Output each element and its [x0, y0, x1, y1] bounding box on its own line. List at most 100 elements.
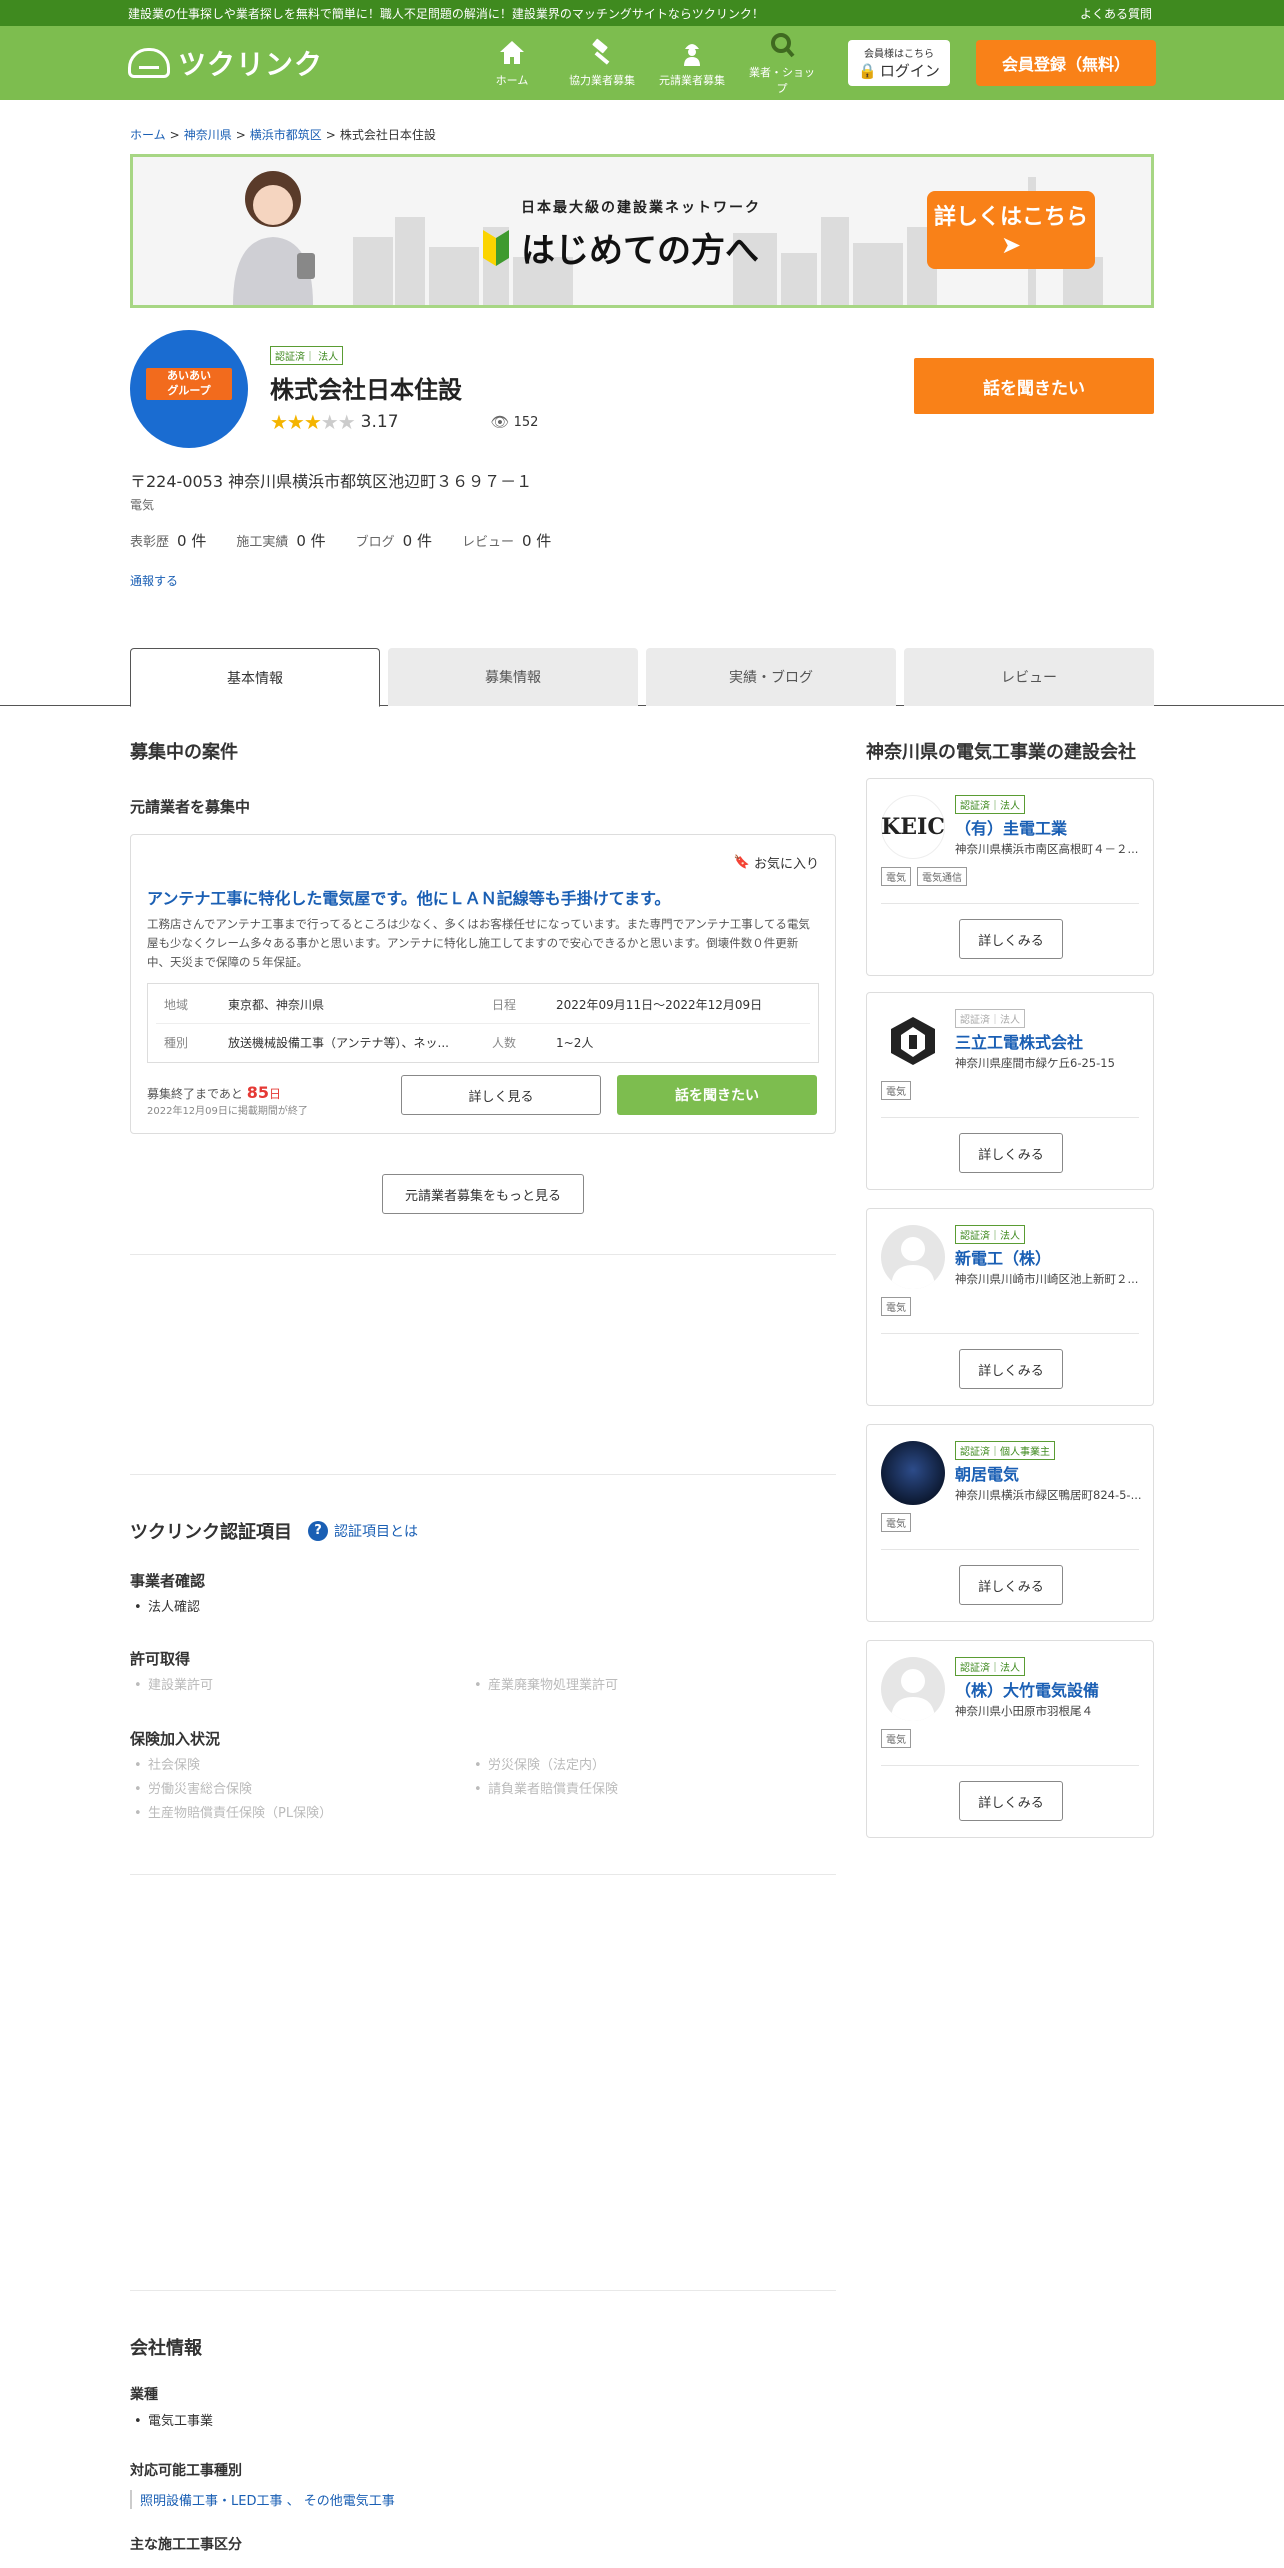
- login-button[interactable]: 会員様はこちら 🔒 ログイン: [848, 40, 950, 86]
- nav-home[interactable]: ホーム: [474, 38, 550, 88]
- count-blog[interactable]: ブログ 0 件: [356, 530, 432, 551]
- login-label: ログイン: [879, 62, 940, 80]
- job-talk-button[interactable]: 話を聞きたい: [617, 1075, 817, 1115]
- count-value: 0 件: [177, 532, 207, 550]
- industry-tag: 電気: [881, 1513, 911, 1532]
- industry-tag: 電気: [881, 1297, 911, 1316]
- tab-works-blog[interactable]: 実績・ブログ: [646, 648, 896, 706]
- site-logo[interactable]: ツクリンク: [128, 43, 323, 83]
- side-more-button[interactable]: 詳しくみる: [959, 1133, 1063, 1173]
- work-types-link[interactable]: 照明設備工事・LED工事 、 その他電気工事: [140, 2494, 395, 2509]
- side-company-name[interactable]: 三立工電株式会社: [955, 1029, 1083, 1053]
- cert-item: 建設業許可: [130, 1674, 213, 1698]
- count-label: レビュー: [461, 535, 514, 550]
- side-more-button[interactable]: 詳しくみる: [959, 1781, 1063, 1821]
- login-caption: 会員様はこちら: [864, 49, 934, 60]
- breadcrumb-city[interactable]: 横浜市都筑区: [250, 128, 322, 142]
- industry-tag: 電気通信: [917, 867, 967, 886]
- side-more-button[interactable]: 詳しくみる: [959, 1349, 1063, 1389]
- nav-label: 業者・ショップ: [749, 66, 815, 95]
- count-works[interactable]: 施工実績 0 件: [236, 530, 325, 551]
- view-count-value: 152: [513, 414, 539, 430]
- nav-partner-recruit[interactable]: 協力業者募集: [564, 38, 640, 88]
- help-icon: ?: [308, 1521, 328, 1541]
- side-company-tags: 電気: [881, 1513, 911, 1532]
- company-logo: [881, 1009, 945, 1073]
- side-company-card[interactable]: KEIC 認証済｜法人 （有）圭電工業 神奈川県横浜市南区高根町４－２... 電…: [866, 778, 1154, 976]
- woman-with-phone-illustration: [233, 171, 315, 305]
- banner-cta-button[interactable]: 詳しくはこちら ➤: [927, 191, 1095, 269]
- side-company-tags: 電気: [881, 1297, 911, 1316]
- company-logo-plate: あいあい グループ: [146, 368, 232, 400]
- deadline-prefix: 募集終了まであと: [147, 1087, 243, 1101]
- recruit-heading: 募集中の案件: [130, 742, 238, 763]
- favorite-button[interactable]: 🔖 お気に入り: [734, 853, 819, 872]
- job-card[interactable]: 🔖 お気に入り アンテナ工事に特化した電気屋です。他にＬＡＮ記線等も手掛けてます…: [130, 834, 836, 1134]
- cert-help-link[interactable]: ? 認証項目とは: [308, 1521, 418, 1541]
- cert-item: 請負業者賠償責任保険: [470, 1778, 618, 1802]
- count-value: 0 件: [296, 532, 326, 550]
- side-company-card[interactable]: 認証済｜個人事業主 朝居電気 神奈川県横浜市緑区鴨居町824-5-... 電気 …: [866, 1424, 1154, 1622]
- company-logo-text: あいあい: [167, 369, 211, 382]
- report-link[interactable]: 通報する: [130, 572, 178, 589]
- lock-icon: 🔒: [858, 61, 877, 80]
- banner-headline: はじめての方へ: [481, 223, 759, 272]
- nav-shops[interactable]: 業者・ショップ: [744, 30, 820, 96]
- rating-value: 3.17: [360, 412, 399, 432]
- side-company-name[interactable]: 新電工（株）: [955, 1245, 1051, 1269]
- company-industry: 電気: [130, 498, 155, 512]
- count-reviews[interactable]: レビュー 0 件: [462, 530, 551, 551]
- deadline-note: 2022年12月09日に掲載期間が終了: [147, 1106, 308, 1117]
- nav-label: ホーム: [495, 74, 529, 87]
- verified-badge: 認証済｜法人: [955, 795, 1025, 814]
- divider: [130, 1474, 836, 1475]
- helmet-icon: [128, 48, 170, 78]
- nav-contractor-recruit[interactable]: 元請業者募集: [654, 38, 730, 88]
- side-company-card[interactable]: 認証済｜法人 （株）大竹電気設備 神奈川県小田原市羽根尾４ 電気 詳しくみる: [866, 1640, 1154, 1838]
- job-deadline: 募集終了まであと 85日 2022年12月09日に掲載期間が終了: [147, 1083, 308, 1117]
- register-button[interactable]: 会員登録（無料）: [976, 40, 1156, 86]
- side-company-name[interactable]: 朝居電気: [955, 1461, 1019, 1485]
- more-recruit-button[interactable]: 元請業者募集をもっと見る: [382, 1174, 584, 1214]
- side-more-button[interactable]: 詳しくみる: [959, 919, 1063, 959]
- job-people: 1~2人: [556, 1036, 594, 1050]
- side-company-card[interactable]: 認証済｜法人 新電工（株） 神奈川県川崎市川崎区池上新町２... 電気 詳しくみ…: [866, 1208, 1154, 1406]
- tab-basic-info[interactable]: 基本情報: [130, 648, 380, 707]
- job-kind-label: 種別: [164, 1036, 189, 1050]
- side-more-button[interactable]: 詳しくみる: [959, 1565, 1063, 1605]
- breadcrumb-prefecture[interactable]: 神奈川県: [184, 128, 232, 142]
- cert-item: 産業廃棄物処理業許可: [470, 1674, 618, 1698]
- side-company-card[interactable]: 認証済｜法人 三立工電株式会社 神奈川県座間市緑ケ丘6-25-15 電気 詳しく…: [866, 992, 1154, 1190]
- cert-item: 労災保険（法定内）: [470, 1754, 605, 1778]
- side-company-tags: 電気: [881, 1729, 911, 1748]
- job-detail-button[interactable]: 詳しく見る: [401, 1075, 601, 1115]
- side-company-address: 神奈川県横浜市南区高根町４－２...: [955, 842, 1139, 856]
- faq-link[interactable]: よくある質問: [1080, 5, 1152, 22]
- verified-badge: 認証済｜法人: [955, 1009, 1025, 1028]
- side-company-name[interactable]: （株）大竹電気設備: [955, 1677, 1099, 1701]
- beginner-banner[interactable]: 日本最大級の建設業ネットワーク はじめての方へ 詳しくはこちら ➤: [130, 154, 1154, 308]
- job-date: 2022年09月11日〜2022年12月09日: [556, 998, 763, 1012]
- top-bar: 建設業の仕事探しや業者探しを無料で簡単に！職人不足問題の解消に！建設業界のマッチ…: [0, 0, 1284, 26]
- breadcrumb-home[interactable]: ホーム: [130, 128, 166, 142]
- default-avatar-icon: [881, 1657, 945, 1721]
- count-label: 表彰歴: [130, 535, 170, 550]
- job-date-label: 日程: [492, 998, 517, 1012]
- sidebar-heading: 神奈川県の電気工事業の建設会社: [866, 742, 1136, 763]
- banner-tagline: 日本最大級の建設業ネットワーク: [521, 200, 761, 216]
- breadcrumb: ホーム > 神奈川県 > 横浜市都筑区 > 株式会社日本住設: [130, 128, 436, 142]
- industry-list: 電気工事業: [130, 2410, 213, 2434]
- count-value: 0 件: [402, 532, 432, 550]
- tab-recruitment[interactable]: 募集情報: [388, 648, 638, 706]
- site-header: ツクリンク ホーム 協力業者募集 元請業者募集 業者・ショップ 会員様はこちら …: [0, 26, 1284, 100]
- nav-label: 協力業者募集: [569, 74, 635, 87]
- job-title[interactable]: アンテナ工事に特化した電気屋です。他にＬＡＮ記線等も手掛けてます。: [147, 885, 670, 909]
- favorite-label: お気に入り: [753, 857, 819, 872]
- company-emblem-icon: [891, 1017, 935, 1065]
- side-company-name[interactable]: （有）圭電工業: [955, 815, 1067, 839]
- count-awards[interactable]: 表彰歴 0 件: [130, 530, 206, 551]
- company-header: あいあい グループ 認証済｜ 法人 株式会社日本住設 ★★★★★ 3.17 👁 …: [130, 330, 1154, 450]
- talk-button[interactable]: 話を聞きたい: [914, 358, 1154, 414]
- industry-item: 電気工事業: [130, 2410, 213, 2434]
- tab-reviews[interactable]: レビュー: [904, 648, 1154, 706]
